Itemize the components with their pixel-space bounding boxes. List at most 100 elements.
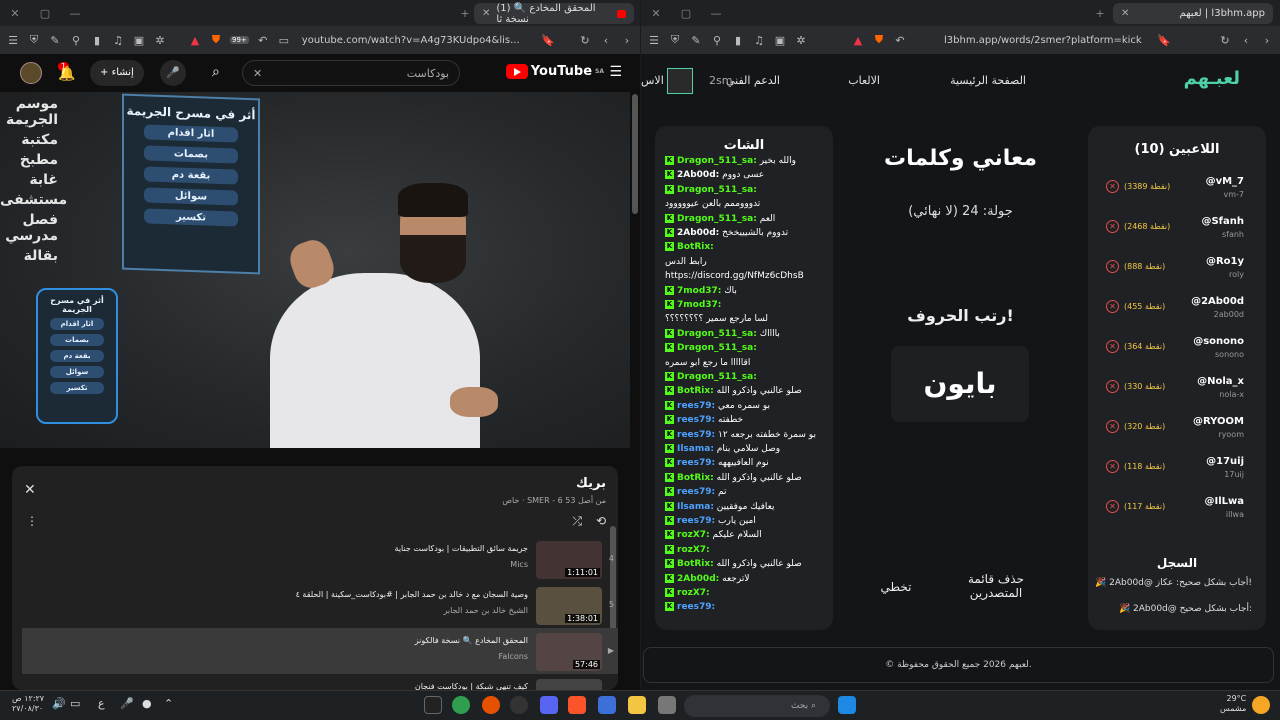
chat-username[interactable]: rozX7: — [677, 530, 710, 540]
brave-shield-icon[interactable]: ⛊ — [209, 33, 223, 47]
chat-username[interactable]: rees79: — [677, 516, 715, 526]
address-bar[interactable]: youtube.com/watch?v=A4g73KUdpo4&lis... — [298, 35, 534, 46]
music-icon[interactable]: ♫ — [752, 34, 766, 47]
skip-button[interactable]: تخطي — [871, 580, 921, 594]
share-icon[interactable]: ↶ — [893, 34, 907, 47]
close-tab-icon[interactable]: ✕ — [1121, 8, 1129, 19]
shield-icon[interactable]: ⛨ — [27, 33, 41, 47]
playlist-row[interactable]: 4 1:11:01 جريمة سائق التطبيقات | بودكاست… — [22, 536, 618, 582]
bell-icon[interactable]: 🔔 — [58, 66, 75, 82]
video-player[interactable]: موسم الجريمة مكتبة مطبخ غابة مستشفى فصل … — [0, 92, 630, 448]
clock[interactable]: ١٢:٢٧ ص ٢٧/٠٨/٣٠ — [12, 694, 44, 714]
chat-username[interactable]: BotRix: — [677, 559, 714, 569]
back-icon[interactable]: ‹ — [599, 34, 613, 47]
steam-icon[interactable] — [510, 696, 528, 714]
chrome-icon[interactable] — [452, 696, 470, 714]
chat-username[interactable]: Dragon_511_sa: — [677, 185, 757, 195]
playlist-row-active[interactable]: ▶ 57:46 المحقق المخادع 🔍 نسخة فالكونز Fa… — [22, 628, 618, 674]
tab-l3bhm[interactable]: ✕ لعبهم | l3bhm.app — [1113, 3, 1273, 24]
close-tab-icon[interactable]: ✕ — [482, 8, 490, 19]
language-indicator[interactable]: ع — [98, 697, 105, 710]
brave-rewards-icon[interactable]: ▲ — [851, 34, 865, 47]
remove-player-icon[interactable]: ✕ — [1106, 460, 1119, 473]
puzzle-icon[interactable]: ✲ — [153, 34, 167, 47]
search-input[interactable]: ✕ بودكاست — [242, 60, 460, 86]
maximize-icon[interactable]: ▢ — [671, 7, 701, 20]
mic-icon[interactable]: 🎤 — [160, 60, 186, 86]
close-icon[interactable]: ✕ — [24, 482, 36, 498]
remove-player-icon[interactable]: ✕ — [1106, 220, 1119, 233]
brave-icon[interactable] — [568, 696, 586, 714]
chat-username[interactable]: 2Ab00d: — [677, 574, 719, 584]
chat-username[interactable]: Dragon_511_sa: — [677, 372, 757, 382]
tab-youtube[interactable]: ✕ (1) المحقق المخادع 🔍 نسخة ثا — [474, 3, 634, 25]
chat-username[interactable]: BotRix: — [677, 386, 714, 396]
chat-username[interactable]: Dragon_511_sa: — [677, 329, 757, 339]
minimize-icon[interactable]: — — [60, 7, 90, 20]
chat-username[interactable]: 7mod37: — [677, 286, 721, 296]
address-bar[interactable]: l3bhm.app/words/2smer?platform=kick — [914, 35, 1150, 46]
page-scrollbar[interactable] — [632, 94, 638, 214]
avatar[interactable] — [20, 62, 42, 84]
extension-icon[interactable]: ✎ — [48, 34, 62, 47]
more-options-icon[interactable]: ⋮ — [26, 514, 38, 528]
chat-username[interactable]: rees79: — [677, 458, 715, 468]
volume-icon[interactable]: 🔊 — [52, 697, 66, 710]
pin-icon[interactable]: ⚲ — [69, 34, 83, 47]
bookmark-icon[interactable]: 🔖 — [1157, 34, 1171, 47]
shuffle-icon[interactable]: ⤮ — [572, 514, 582, 529]
tray-overflow-icon[interactable]: ⌃ — [164, 697, 173, 710]
chat-username[interactable]: BotRix: — [677, 473, 714, 483]
search-icon[interactable]: ⌕ — [212, 64, 220, 80]
chat-username[interactable]: rozX7: — [677, 545, 710, 555]
brave-rewards-icon[interactable]: ▲ — [188, 34, 202, 47]
chat-username[interactable]: rees79: — [677, 415, 715, 425]
remove-player-icon[interactable]: ✕ — [1106, 180, 1119, 193]
chat-username[interactable]: rees79: — [677, 401, 715, 411]
youtube-logo[interactable]: YouTube SA — [505, 64, 604, 79]
remove-player-icon[interactable]: ✕ — [1106, 300, 1119, 313]
nav-home[interactable]: الصفحة الرئيسية — [950, 74, 1026, 87]
forward-icon[interactable]: › — [620, 34, 634, 47]
weather-widget[interactable]: 29°C مشمس — [1220, 694, 1246, 714]
chat-username[interactable]: rees79: — [677, 487, 715, 497]
nav-games[interactable]: الالعاب — [848, 74, 880, 87]
chat-username[interactable]: Ilsama: — [677, 502, 714, 512]
start-menu-icon[interactable] — [838, 696, 856, 714]
recording-icon[interactable]: ● — [142, 697, 152, 710]
pin-icon[interactable]: ⚲ — [710, 34, 724, 47]
back-icon[interactable]: ‹ — [1239, 34, 1253, 47]
clear-search-icon[interactable]: ✕ — [253, 67, 262, 80]
create-button[interactable]: + إنشاء — [90, 60, 144, 86]
chat-username[interactable]: rees79: — [677, 430, 715, 440]
share-icon[interactable]: ↶ — [256, 34, 270, 47]
close-window-icon[interactable]: ✕ — [641, 7, 671, 20]
chat-username[interactable]: Ilsama: — [677, 444, 714, 454]
loop-icon[interactable]: ⟲ — [596, 514, 606, 529]
site-logo[interactable]: لعبـهم — [1184, 68, 1240, 89]
task-view-icon[interactable] — [658, 696, 676, 714]
remove-player-icon[interactable]: ✕ — [1106, 500, 1119, 513]
nav-more[interactable]: الاس — [641, 74, 664, 87]
network-icon[interactable]: ▭ — [70, 697, 80, 710]
playlist-row[interactable]: 7 كيف تنهي شبكة | بودكاست فنجان — [22, 674, 618, 690]
music-icon[interactable]: ♫ — [111, 34, 125, 47]
shield-icon[interactable]: ⛨ — [668, 33, 682, 47]
epic-games-icon[interactable] — [424, 696, 442, 714]
puzzle-icon[interactable]: ✲ — [794, 34, 808, 47]
minimize-icon[interactable]: — — [701, 7, 731, 20]
sidebar-icon[interactable]: ▮ — [90, 34, 104, 47]
tab-manager-icon[interactable]: ▣ — [132, 34, 146, 47]
extension-icon[interactable]: ✎ — [689, 34, 703, 47]
close-window-icon[interactable]: ✕ — [0, 7, 30, 20]
mic-icon[interactable]: 🎤 — [120, 697, 134, 710]
chat-username[interactable]: 2Ab00d: — [677, 170, 719, 180]
firefox-icon[interactable] — [482, 696, 500, 714]
nav-support[interactable]: الدعم الفني — [726, 74, 780, 87]
chat-username[interactable]: BotRix: — [677, 242, 714, 252]
chat-username[interactable]: rozX7: — [677, 588, 710, 598]
remove-player-icon[interactable]: ✕ — [1106, 380, 1119, 393]
tab-manager-icon[interactable]: ▣ — [773, 34, 787, 47]
reload-icon[interactable]: ↻ — [1218, 34, 1232, 47]
chat-username[interactable]: Dragon_511_sa: — [677, 156, 757, 166]
